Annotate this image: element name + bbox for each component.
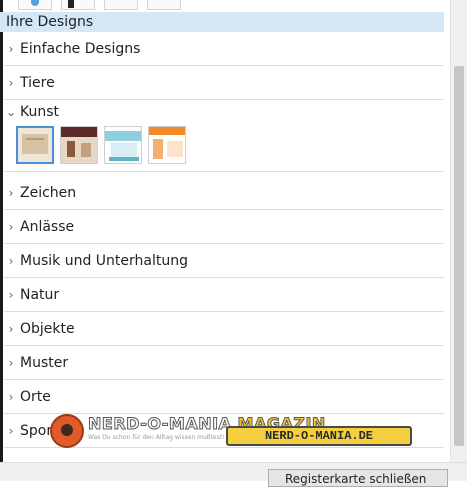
chevron-right-icon: › [8,321,14,336]
design-thumbnail-4[interactable] [148,126,186,164]
category-label: Zeichen [20,184,77,201]
design-thumbnail-3[interactable] [104,126,142,164]
category-label: Anlässe [20,218,75,235]
vertical-scrollbar[interactable] [450,0,467,462]
chevron-right-icon: › [8,423,14,438]
category-objekte[interactable]: › Objekte [4,312,444,346]
category-einfache-designs[interactable]: › Einfache Designs [4,32,444,66]
kunst-thumbnails [16,126,444,164]
category-label: Sport [20,422,58,439]
thumbnail-partial-3[interactable] [104,0,138,10]
category-muster[interactable]: › Muster [4,346,444,380]
category-tiere[interactable]: › Tiere [4,66,444,100]
chevron-right-icon: › [8,287,14,302]
category-label: Orte [20,388,51,405]
thumbnail-partial-2[interactable] [61,0,95,10]
category-label: Tiere [20,74,55,91]
category-label: Muster [20,354,69,371]
category-natur[interactable]: › Natur [4,278,444,312]
section-header-ihre-designs[interactable]: Ihre Designs [0,12,444,32]
chevron-right-icon: › [8,253,14,268]
thumbnail-partial-4[interactable] [147,0,181,10]
category-orte[interactable]: › Orte [4,380,444,414]
chevron-right-icon: › [8,75,14,90]
scrollbar-thumb[interactable] [454,66,464,446]
design-thumbnail-2[interactable] [60,126,98,164]
category-kunst-expanded: ⌄ Kunst [4,100,444,172]
design-picker-panel: Ihre Designs › Einfache Designs › Tiere … [0,0,450,462]
chevron-right-icon: › [8,355,14,370]
category-label: Kunst [20,104,60,120]
thumbnail-partial-1[interactable] [18,0,52,10]
footer-bar: Registerkarte schließen [0,462,467,487]
close-tab-button[interactable]: Registerkarte schließen [268,469,448,487]
category-label: Einfache Designs [20,40,141,57]
chevron-down-icon: ⌄ [5,105,17,119]
category-label: Musik und Unterhaltung [20,252,188,269]
chevron-right-icon: › [8,41,14,56]
category-musik-und-unterhaltung[interactable]: › Musik und Unterhaltung [4,244,444,278]
window-edge [0,0,3,462]
design-thumbnail-1[interactable] [16,126,54,164]
chevron-right-icon: › [8,219,14,234]
chevron-right-icon: › [8,185,14,200]
category-label: Natur [20,286,60,303]
category-kunst-header[interactable]: ⌄ Kunst [4,100,444,124]
chevron-right-icon: › [8,389,14,404]
category-anlaesse[interactable]: › Anlässe [4,210,444,244]
category-sport[interactable]: › Sport [4,414,444,448]
category-zeichen[interactable]: › Zeichen [4,176,444,210]
category-label: Objekte [20,320,75,337]
section-header-label: Ihre Designs [6,14,94,30]
